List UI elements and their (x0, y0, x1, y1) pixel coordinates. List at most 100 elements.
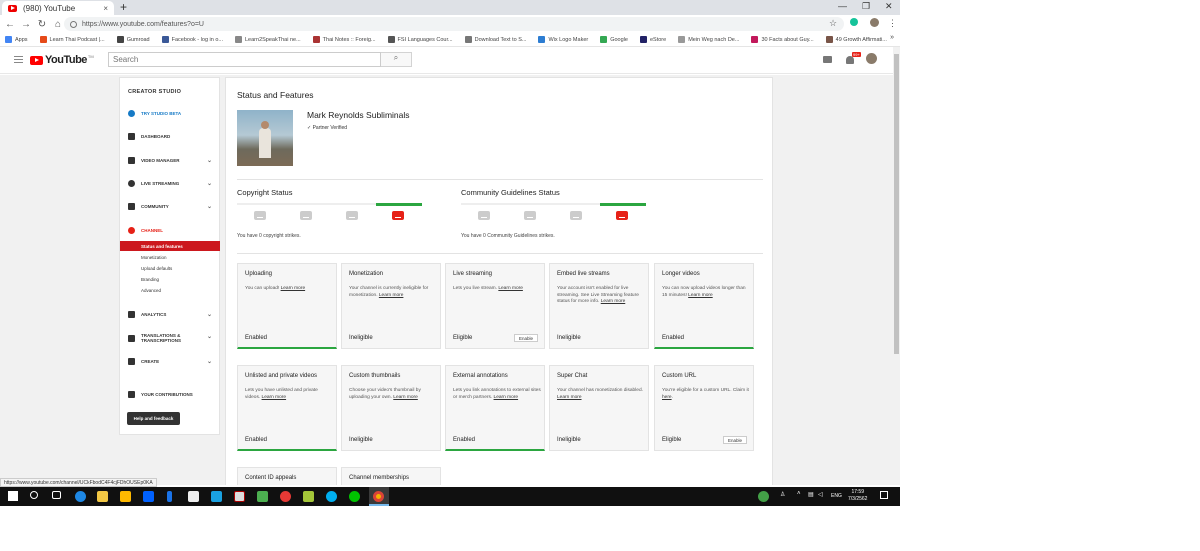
tab-close-icon[interactable]: × (103, 4, 108, 13)
learn-more-link[interactable]: Learn more (494, 395, 519, 400)
skype-icon[interactable] (326, 491, 337, 502)
network-icon[interactable]: ▤ (808, 491, 814, 498)
learn-more-link[interactable]: Learn more (393, 395, 418, 400)
sidebar-item-live-streaming[interactable]: LIVE STREAMING ⌄ (120, 177, 220, 189)
bookmark-item[interactable]: Google (600, 36, 628, 43)
sidebar-item-your-contributions[interactable]: YOUR CONTRIBUTIONS (120, 388, 220, 400)
learn-more-link[interactable]: Learn more (498, 286, 523, 291)
learn-more-link[interactable]: Learn more (262, 395, 287, 400)
volume-icon[interactable]: ◁ (818, 491, 823, 498)
search-input[interactable] (108, 52, 381, 67)
tray-app-icon[interactable] (758, 491, 769, 502)
grammarly-extension-icon[interactable] (850, 18, 858, 26)
bookmark-item[interactable]: FSI Languages Cour... (387, 36, 453, 43)
sidebar-item-video-manager[interactable]: VIDEO MANAGER ⌄ (120, 154, 220, 166)
dropbox-icon[interactable] (143, 491, 154, 502)
new-tab-button[interactable]: + (120, 0, 127, 14)
chevron-down-icon[interactable]: ⌄ (207, 203, 212, 210)
scrollbar-thumb[interactable] (894, 54, 899, 354)
sidebar-subitem-upload-defaults[interactable]: Upload defaults (120, 263, 220, 273)
sidebar-item-translations[interactable]: TRANSLATIONS & TRANSCRIPTIONS ⌄ (120, 331, 220, 345)
bookmarks-overflow-icon[interactable]: » (890, 34, 894, 41)
learn-more-link[interactable]: Learn more (379, 293, 404, 298)
sidebar-subitem-status-and-features[interactable]: Status and features (120, 241, 220, 251)
forward-button[interactable]: → (18, 19, 34, 30)
help-and-feedback-button[interactable]: Help and feedback (127, 412, 180, 425)
upload-video-icon[interactable] (823, 56, 832, 63)
edge-browser-icon[interactable] (75, 491, 86, 502)
sticky-folder-icon[interactable] (120, 491, 131, 502)
sidebar-subitem-monetization[interactable]: Monetization (120, 252, 220, 262)
back-button[interactable]: ← (2, 19, 18, 30)
bookmark-item[interactable]: Thai Notes :: Foreig... (312, 36, 376, 43)
bookmark-item[interactable]: Gumroad (116, 36, 150, 43)
bookmark-label: 30 Facts about Guy... (761, 36, 814, 43)
chevron-down-icon[interactable]: ⌄ (207, 157, 212, 164)
sidebar-item-analytics[interactable]: ANALYTICS ⌄ (120, 308, 220, 320)
bookmark-item[interactable]: 30 Facts about Guy... (751, 36, 814, 43)
bookmark-item[interactable]: Learn2SpeakThai ne... (235, 36, 301, 43)
sidebar-item-channel[interactable]: CHANNEL (120, 224, 220, 236)
search-icon[interactable] (30, 491, 38, 499)
people-icon[interactable]: ♙ (780, 491, 785, 498)
close-window-button[interactable]: ✕ (885, 1, 893, 12)
bookmark-item[interactable]: Wix Logo Maker (538, 36, 588, 43)
show-hidden-icons-chevron-icon[interactable]: ˄ (797, 491, 801, 497)
youtube-logo[interactable]: YouTube TM (30, 54, 94, 66)
bookmark-item[interactable]: Facebook - log in o... (161, 36, 223, 43)
input-language[interactable]: ENG (831, 493, 842, 499)
line-messenger-icon[interactable] (349, 491, 360, 502)
windows-start-icon[interactable] (8, 491, 18, 501)
search-button[interactable]: ⌕ (381, 52, 412, 67)
sidebar-item-community[interactable]: COMMUNITY ⌄ (120, 200, 220, 212)
reload-button[interactable]: ↻ (34, 19, 50, 30)
chevron-down-icon[interactable]: ⌄ (207, 311, 212, 318)
sidebar-item-try-beta[interactable]: TRY STUDIO BETA (120, 107, 220, 119)
android-icon[interactable] (303, 491, 314, 502)
bookmark-item[interactable]: eStore (639, 36, 666, 43)
file-explorer-icon[interactable] (97, 491, 108, 502)
chevron-down-icon[interactable]: ⌄ (207, 335, 212, 341)
bookmark-item[interactable]: Mein Weg nach De... (678, 36, 739, 43)
url-bar[interactable]: https://www.youtube.com/features?o=U (64, 17, 844, 31)
bookmark-star-icon[interactable]: ☆ (829, 18, 837, 29)
sidebar-subitem-advanced[interactable]: Advanced (120, 285, 220, 295)
chevron-down-icon[interactable]: ⌄ (207, 180, 212, 187)
maximize-button[interactable]: ❐ (862, 1, 870, 12)
notes-app-icon[interactable] (211, 491, 222, 502)
bookmark-item[interactable]: Learn Thai Podcast |... (39, 36, 105, 43)
camtasia-icon[interactable] (234, 491, 245, 502)
guide-menu-icon[interactable] (14, 56, 23, 63)
learn-more-link[interactable]: Learn more (281, 286, 306, 291)
learn-more-link[interactable]: Learn more (688, 293, 713, 298)
bookmark-label: Thai Notes :: Foreig... (322, 36, 376, 43)
site-info-icon[interactable] (70, 20, 77, 28)
page-scrollbar[interactable] (893, 47, 900, 485)
learn-more-link[interactable]: Learn more (557, 395, 582, 400)
sidebar-subitem-branding[interactable]: Branding (120, 274, 220, 284)
spreadsheet-app-icon[interactable] (257, 491, 268, 502)
mail-icon[interactable] (188, 491, 199, 502)
claim-url-link[interactable]: here (662, 395, 672, 400)
account-avatar[interactable] (866, 53, 877, 64)
sidebar-item-dashboard[interactable]: DASHBOARD (120, 130, 220, 142)
enable-button[interactable]: Enable (513, 334, 538, 342)
browser-tab[interactable]: (980) YouTube × (2, 1, 114, 15)
action-center-icon[interactable] (880, 491, 888, 499)
profile-avatar[interactable] (870, 18, 879, 27)
browser-menu-icon[interactable]: ⋮ (888, 18, 897, 29)
learn-more-link[interactable]: Learn more (601, 299, 626, 304)
visual-studio-icon[interactable] (167, 491, 172, 502)
bookmark-item[interactable]: 49 Growth Affirmati... (825, 36, 887, 43)
enable-button[interactable]: Enable (722, 436, 747, 444)
chevron-down-icon[interactable]: ⌄ (207, 358, 212, 365)
system-clock[interactable]: 17:59 7/3/2562 (848, 489, 867, 503)
bookmark-item[interactable]: Apps (5, 36, 28, 43)
opera-icon[interactable] (280, 491, 291, 502)
notifications-bell-icon[interactable] (846, 56, 854, 64)
sidebar-item-create[interactable]: CREATE ⌄ (120, 355, 220, 367)
bookmark-item[interactable]: Download Text to S... (464, 36, 526, 43)
minimize-button[interactable]: — (838, 1, 847, 11)
chrome-icon[interactable] (373, 491, 384, 502)
task-view-icon[interactable] (52, 491, 61, 499)
